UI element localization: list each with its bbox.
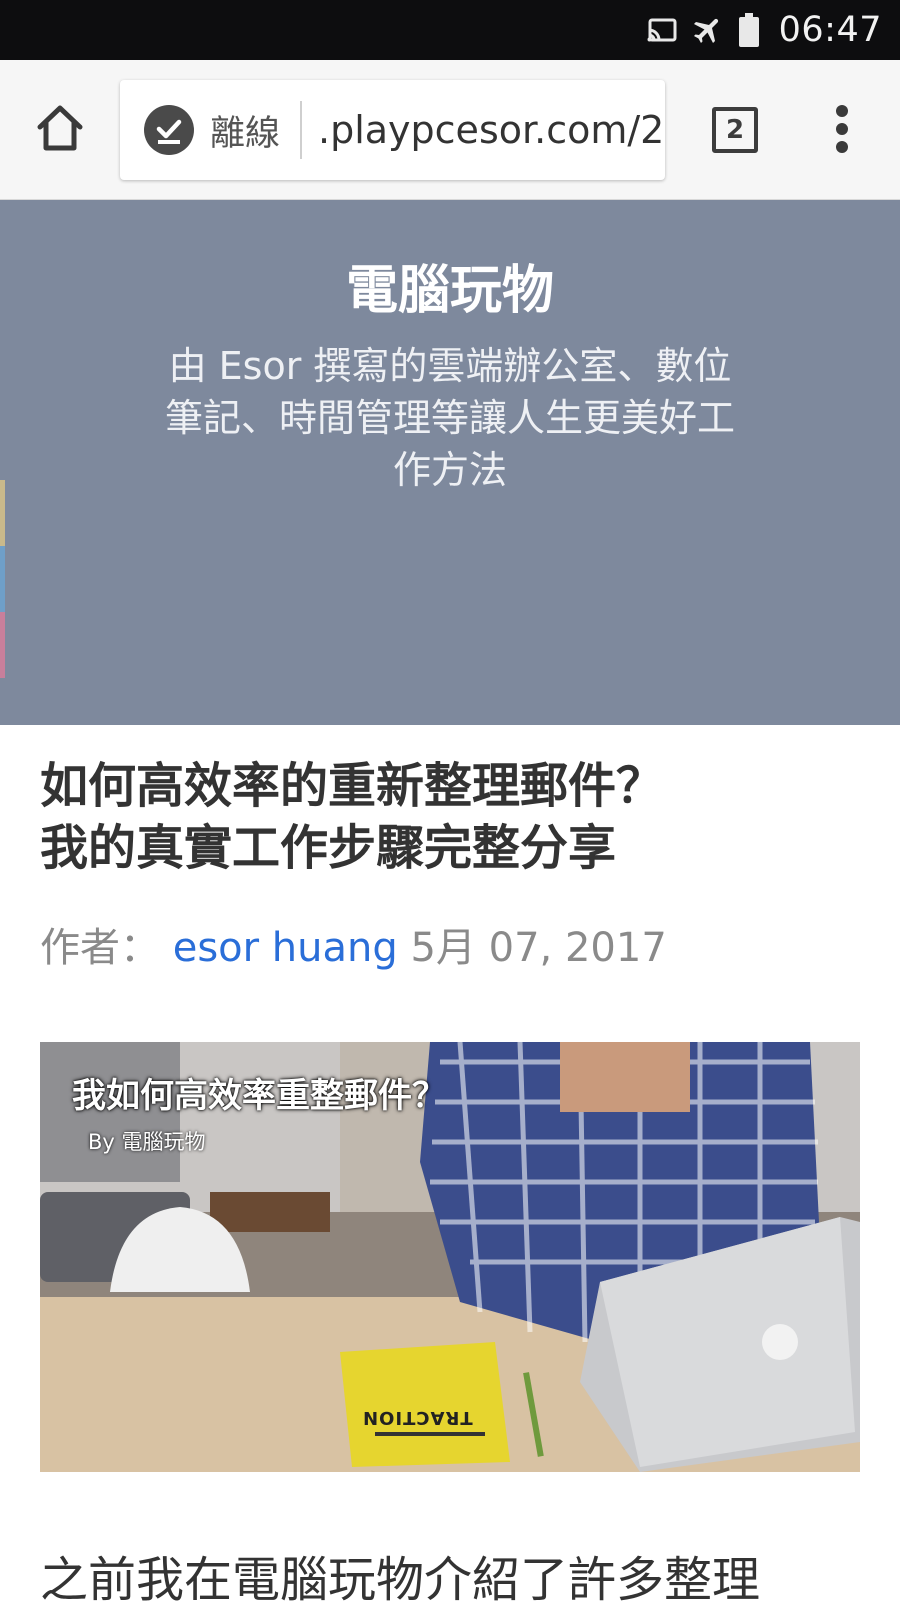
blog-description: 由 Esor 撰寫的雲端辦公室、數位筆記、時間管理等讓人生更美好工作方法 <box>164 344 735 492</box>
blog-header: 電腦玩物 由 Esor 撰寫的雲端辦公室、數位筆記、時間管理等讓人生更美好工作方… <box>0 200 900 725</box>
home-icon <box>37 105 83 151</box>
edge-accent-pink <box>0 612 5 678</box>
more-vert-icon <box>836 105 848 153</box>
status-time: 06:47 <box>778 10 882 50</box>
hero-byline: By 電腦玩物 <box>88 1130 206 1154</box>
home-button[interactable] <box>32 100 88 156</box>
post-title[interactable]: 如何高效率的重新整理郵件？ 我的真實工作步驟完整分享 <box>40 755 870 879</box>
tab-count: 2 <box>725 115 745 145</box>
offline-check-icon <box>144 105 194 155</box>
omnibox-divider <box>300 101 303 159</box>
hero-caption: 我如何高效率重整郵件？ <box>72 1076 446 1116</box>
overflow-menu-button[interactable] <box>830 100 854 160</box>
post-title-line-1: 如何高效率的重新整理郵件？ <box>40 758 665 814</box>
post-date: 5月 07, 2017 <box>410 925 667 971</box>
edge-accent-blue <box>0 546 5 612</box>
url-text[interactable]: .playpcesor.com/2017/05/ <box>318 108 665 152</box>
browser-toolbar: 離線 .playpcesor.com/2017/05/ 2 <box>0 60 900 200</box>
offline-label: 離線 <box>210 113 281 154</box>
post-title-line-2: 我的真實工作步驟完整分享 <box>40 820 617 876</box>
book-title: TRACTION <box>362 1407 473 1428</box>
hero-image[interactable]: 我如何高效率重整郵件？ By 電腦玩物 TRACTION <box>40 1042 860 1472</box>
cast-icon <box>647 18 677 42</box>
status-icons: 06:47 <box>647 10 882 50</box>
status-bar: 06:47 <box>0 0 900 60</box>
edge-accent-yellow <box>0 480 5 546</box>
address-bar[interactable]: 離線 .playpcesor.com/2017/05/ <box>120 80 665 180</box>
blog-title[interactable]: 電腦玩物 <box>0 248 900 323</box>
tab-switcher-button[interactable]: 2 <box>712 107 758 153</box>
post-meta: 作者： esor huang 5月 07, 2017 <box>40 915 870 973</box>
battery-icon <box>738 13 759 47</box>
author-link[interactable]: esor huang <box>173 925 398 971</box>
author-prefix: 作者： <box>40 925 160 971</box>
airplane-mode-icon <box>691 13 725 47</box>
